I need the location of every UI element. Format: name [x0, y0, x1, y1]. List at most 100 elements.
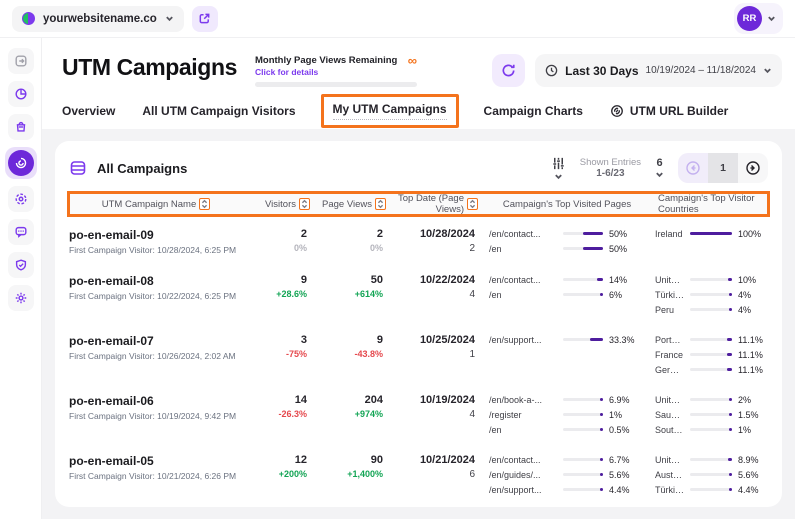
table-row[interactable]: po-en-email-08 First Campaign Visitor: 1… — [67, 265, 770, 325]
campaign-name: po-en-email-05 — [69, 454, 237, 468]
column-header-visitors[interactable]: Visitors — [240, 198, 310, 210]
quota-details-link[interactable]: Click for details — [255, 67, 417, 77]
arrow-left-circle-icon — [685, 160, 701, 176]
sort-icon[interactable] — [299, 198, 310, 210]
metric-bar — [690, 488, 732, 491]
metric-line: United States 8.9% — [655, 454, 768, 465]
first-campaign-visitor: First Campaign Visitor: 10/22/2024, 6:25… — [69, 291, 237, 301]
table-row[interactable]: po-en-email-06 First Campaign Visitor: 1… — [67, 385, 770, 445]
metric-bar — [690, 353, 732, 356]
metric-bar — [690, 232, 732, 235]
gear-icon — [14, 291, 28, 305]
avatar: RR — [737, 6, 762, 31]
tab-my-utm-campaigns[interactable]: My UTM Campaigns — [321, 94, 459, 128]
metric-percent: 6.7% — [609, 455, 639, 465]
page-size-select[interactable]: 6 — [655, 157, 664, 179]
top-date: 10/28/2024 — [383, 228, 475, 240]
page-views-change: -43.8% — [307, 349, 383, 359]
table-header-row: UTM Campaign Name Visitors Page Views To… — [67, 191, 770, 217]
site-selector[interactable]: yourwebsitename.co — [12, 6, 184, 32]
metric-label: Ireland — [655, 229, 684, 239]
sidebar-item-goals[interactable] — [8, 186, 34, 212]
table-row[interactable]: po-en-email-07 First Campaign Visitor: 1… — [67, 325, 770, 385]
metric-bar — [690, 473, 732, 476]
metric-bar-fill — [600, 413, 603, 416]
tab-all-utm-campaign-visitors[interactable]: All UTM Campaign Visitors — [142, 104, 295, 118]
metric-percent: 14% — [609, 275, 639, 285]
metric-percent: 1% — [609, 410, 639, 420]
sidebar-item-privacy[interactable] — [8, 252, 34, 278]
next-page-button[interactable] — [738, 153, 768, 183]
metric-bar — [563, 398, 603, 401]
metric-line: /en/guides/... 5.6% — [489, 469, 639, 480]
tab-overview[interactable]: Overview — [62, 104, 115, 118]
metric-label: Germany — [655, 365, 684, 375]
table-row[interactable]: po-en-email-09 First Campaign Visitor: 1… — [67, 219, 770, 265]
visitors-change: +200% — [237, 469, 307, 479]
metric-label: /en — [489, 290, 557, 300]
page-header: UTM Campaigns Monthly Page Views Remaini… — [42, 38, 795, 89]
metric-bar-fill — [600, 473, 603, 476]
quota-widget[interactable]: Monthly Page Views Remaining ∞ Click for… — [255, 55, 417, 87]
clock-icon — [545, 64, 558, 77]
metric-line: South Africa 1% — [655, 424, 768, 435]
metric-line: Portugal 11.1% — [655, 334, 768, 345]
metric-label: South Africa — [655, 425, 684, 435]
sidebar-item-settings[interactable] — [8, 285, 34, 311]
metric-line: /en/contact... 6.7% — [489, 454, 639, 465]
quota-label: Monthly Page Views Remaining — [255, 55, 397, 66]
column-header-campaign-name[interactable]: UTM Campaign Name — [72, 198, 240, 210]
sidebar-item-feedback[interactable] — [8, 219, 34, 245]
metric-bar-fill — [729, 308, 732, 311]
metric-percent: 5.6% — [738, 470, 768, 480]
metric-bar — [563, 247, 603, 250]
top-pages-list: /en/contact... 50% /en 50% — [489, 228, 639, 254]
prev-page-button[interactable] — [678, 153, 708, 183]
metric-label: Portugal — [655, 335, 684, 345]
sort-icon[interactable] — [375, 198, 386, 210]
sidebar — [0, 38, 42, 519]
metric-bar — [690, 458, 732, 461]
current-page[interactable]: 1 — [708, 153, 738, 183]
column-header-page-views[interactable]: Page Views — [310, 198, 386, 210]
metric-bar-fill — [729, 473, 732, 476]
refresh-button[interactable] — [492, 54, 525, 87]
top-date: 10/25/2024 — [383, 334, 475, 346]
sort-icon[interactable] — [467, 198, 478, 210]
metric-label: /en — [489, 425, 557, 435]
collapse-sidebar-button[interactable] — [8, 48, 34, 74]
metric-bar — [690, 368, 732, 371]
shown-entries: Shown Entries 1-6/23 — [580, 157, 641, 179]
tab-utm-url-builder[interactable]: UTM URL Builder — [610, 104, 728, 118]
user-menu[interactable]: RR — [734, 3, 783, 34]
date-range-picker[interactable]: Last 30 Days 10/19/2024 – 11/18/2024 — [535, 54, 782, 87]
page-views-value: 50 — [307, 274, 383, 286]
table-row[interactable]: po-en-email-05 First Campaign Visitor: 1… — [67, 445, 770, 499]
bag-icon — [14, 120, 28, 134]
sidebar-item-campaigns[interactable] — [5, 147, 37, 179]
sidebar-item-analytics[interactable] — [8, 81, 34, 107]
metric-bar — [563, 428, 603, 431]
open-site-button[interactable] — [192, 6, 218, 32]
metric-bar — [563, 338, 603, 341]
tab-campaign-charts[interactable]: Campaign Charts — [484, 104, 583, 118]
campaign-name: po-en-email-07 — [69, 334, 237, 348]
metric-bar-fill — [728, 278, 732, 281]
metric-percent: 11.1% — [738, 335, 768, 345]
metric-bar — [563, 413, 603, 416]
metric-percent: 1% — [738, 425, 768, 435]
metric-line: Australia 5.6% — [655, 469, 768, 480]
metric-label: Peru — [655, 305, 684, 315]
filter-button[interactable] — [551, 156, 566, 181]
metric-bar — [563, 293, 603, 296]
table-body: po-en-email-09 First Campaign Visitor: 1… — [67, 217, 770, 499]
sort-icon[interactable] — [199, 198, 210, 210]
card-title: All Campaigns — [97, 161, 187, 176]
metric-line: /en 6% — [489, 289, 639, 300]
metric-label: United States — [655, 275, 684, 285]
site-name: yourwebsitename.co — [43, 13, 157, 25]
column-header-top-date[interactable]: Top Date (Page Views) — [386, 193, 478, 215]
metric-line: /en/contact... 50% — [489, 228, 639, 239]
sidebar-item-ecommerce[interactable] — [8, 114, 34, 140]
pagination: 1 — [678, 153, 768, 183]
